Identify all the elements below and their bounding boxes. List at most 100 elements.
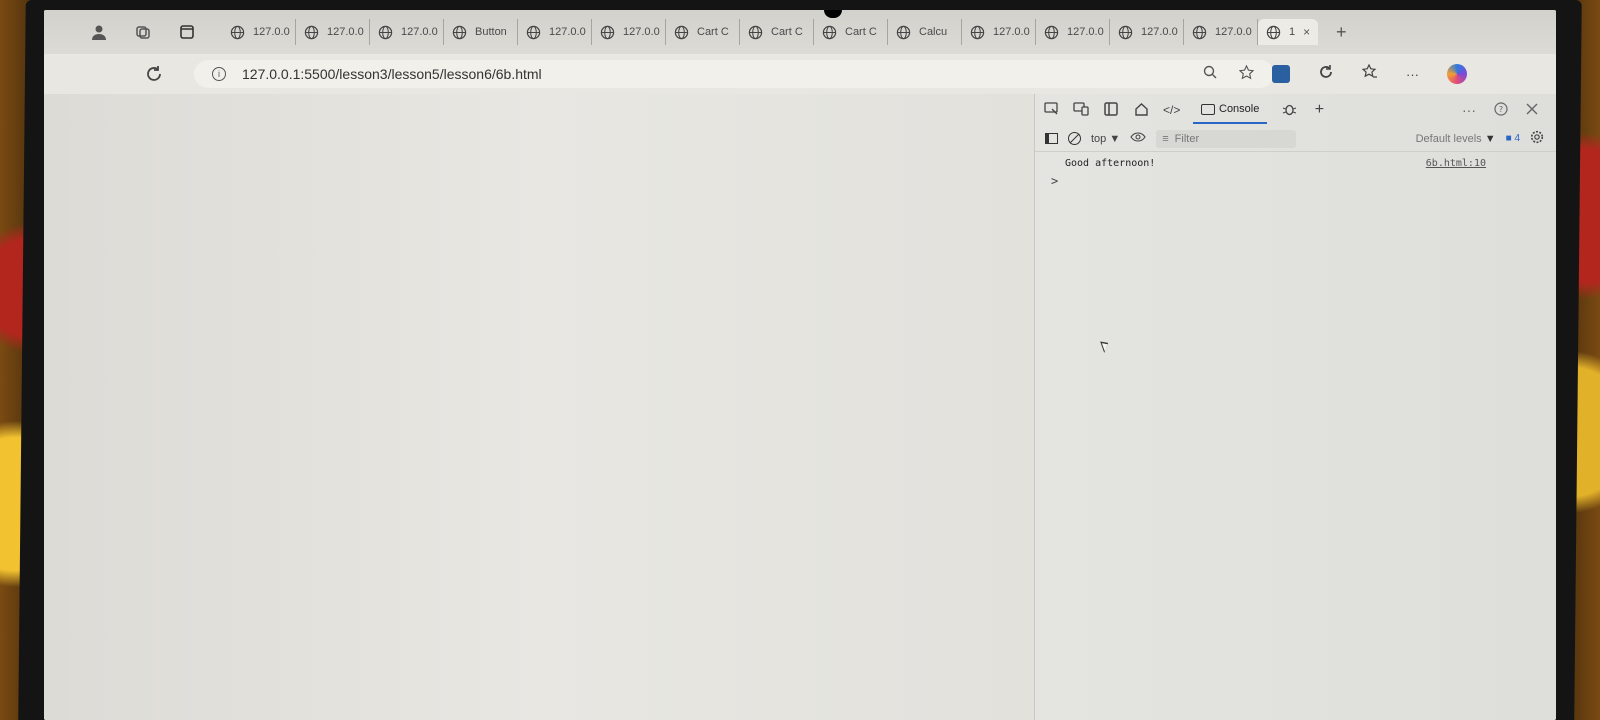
debugger-bug-icon[interactable] [1281, 102, 1297, 119]
issues-count: 4 [1514, 133, 1520, 144]
svg-text:?: ? [1499, 105, 1503, 114]
console-source-link[interactable]: 6b.html:10 [1426, 158, 1486, 169]
welcome-home-icon[interactable] [1133, 102, 1149, 119]
tab[interactable]: 127.0.0 [370, 19, 444, 45]
tab-label: 127.0.0 [253, 26, 290, 38]
tab[interactable]: Cart C [666, 19, 740, 45]
tab[interactable]: 127.0.0 [962, 19, 1036, 45]
favorite-star-icon[interactable] [1238, 64, 1255, 83]
favorites-icon[interactable] [1361, 63, 1378, 84]
console-message: Good afternoon! 6b.html:10 [1035, 152, 1556, 174]
workspaces-icon[interactable] [134, 23, 152, 41]
extension-icon[interactable] [1272, 65, 1290, 83]
globe-icon [1192, 25, 1207, 39]
console-settings-gear-icon[interactable] [1530, 130, 1544, 147]
globe-icon [452, 25, 467, 39]
tab-label: 127.0.0 [623, 26, 660, 38]
log-levels-label: Default levels [1415, 132, 1482, 145]
console-icon [1201, 103, 1215, 115]
site-info-icon[interactable]: i [212, 67, 226, 81]
reload-icon[interactable] [144, 64, 164, 90]
console-toolbar: top ▼ ≡ Filter Default levels ▼ ■ 4 [1035, 126, 1556, 152]
tab-active[interactable]: 1 × [1258, 19, 1318, 45]
add-tool-button[interactable]: + [1311, 101, 1327, 119]
context-label: top [1091, 132, 1107, 145]
chevron-down-icon: ▼ [1484, 132, 1496, 145]
tab[interactable]: 127.0.0 [1184, 19, 1258, 45]
console-prompt[interactable]: > [1035, 174, 1556, 188]
tab[interactable]: Calcu [888, 19, 962, 45]
tab[interactable]: 127.0.0 [1110, 19, 1184, 45]
tab-label: 127.0.0 [993, 26, 1030, 38]
globe-icon [896, 25, 911, 39]
elements-icon[interactable]: </> [1163, 103, 1180, 117]
console-sidebar-icon[interactable] [1045, 133, 1058, 144]
tab-actions-icon[interactable] [178, 23, 196, 41]
globe-icon [970, 25, 985, 39]
devtools-panel: </> Console + ··· ? top ▼ ≡ Filter Defau… [1034, 94, 1556, 720]
globe-icon [230, 25, 245, 39]
address-bar-row: i 127.0.0.1:5500/lesson3/lesson5/lesson6… [44, 54, 1556, 94]
globe-icon [748, 25, 763, 39]
devtools-tabbar: </> Console + ··· ? [1035, 94, 1556, 126]
issues-badge[interactable]: ■ 4 [1506, 133, 1520, 144]
tab[interactable]: 127.0.0 [518, 19, 592, 45]
devtools-more-icon[interactable]: ··· [1462, 102, 1476, 119]
tab-console[interactable]: Console [1193, 96, 1268, 124]
laptop-screen: 127.0.0 127.0.0 127.0.0 Button 127.0.0 1… [44, 10, 1556, 720]
globe-icon [822, 25, 837, 39]
zoom-icon[interactable] [1203, 65, 1217, 83]
globe-icon [674, 25, 689, 39]
new-tab-button[interactable]: + [1336, 22, 1347, 43]
tab-label: 127.0.0 [549, 26, 586, 38]
tab[interactable]: 127.0.0 [1036, 19, 1110, 45]
filter-lines-icon: ≡ [1162, 132, 1169, 145]
tab[interactable]: Cart C [814, 19, 888, 45]
close-tab-icon[interactable]: × [1303, 25, 1310, 39]
chevron-down-icon: ▼ [1109, 132, 1121, 145]
tab-label: 127.0.0 [1067, 26, 1104, 38]
tab-label: Cart C [771, 26, 803, 38]
filter-input[interactable]: ≡ Filter [1156, 129, 1297, 148]
console-tab-label: Console [1219, 103, 1260, 115]
profile-icon[interactable] [90, 23, 108, 41]
tab[interactable]: Cart C [740, 19, 814, 45]
tab[interactable]: 127.0.0 [222, 19, 296, 45]
tab-label: 127.0.0 [327, 26, 364, 38]
tab-label: Calcu [919, 26, 948, 38]
globe-icon [1118, 25, 1133, 39]
console-message-text: Good afternoon! [1065, 157, 1156, 169]
tab-label: 1 [1289, 26, 1296, 38]
log-levels-dropdown[interactable]: Default levels ▼ [1416, 133, 1496, 145]
clear-console-icon[interactable] [1068, 132, 1081, 145]
tab-label: Cart C [845, 26, 877, 38]
dock-icon[interactable] [1103, 101, 1119, 119]
inspect-icon[interactable] [1043, 101, 1059, 119]
tab-label: Cart C [697, 26, 729, 38]
globe-icon [378, 25, 393, 39]
refresh-extension-icon[interactable] [1318, 64, 1334, 84]
tab-label: 127.0.0 [401, 26, 438, 38]
tab-label: Button [475, 26, 507, 38]
copilot-icon[interactable] [1447, 64, 1467, 84]
tab-label: 127.0.0 [1215, 26, 1252, 38]
tab[interactable]: 127.0.0 [296, 19, 370, 45]
help-icon[interactable]: ? [1494, 101, 1508, 119]
issues-dot-icon: ■ [1505, 133, 1512, 144]
globe-icon [526, 25, 541, 39]
filter-placeholder: Filter [1174, 132, 1200, 145]
address-bar[interactable]: i 127.0.0.1:5500/lesson3/lesson5/lesson6… [194, 60, 1274, 88]
live-expression-eye-icon[interactable] [1130, 132, 1146, 145]
tab[interactable]: 127.0.0 [592, 19, 666, 45]
address-url[interactable]: 127.0.0.1:5500/lesson3/lesson5/lesson6/6… [242, 66, 542, 82]
globe-icon [1266, 25, 1281, 39]
more-menu-icon[interactable]: ··· [1406, 67, 1419, 82]
globe-icon [1044, 25, 1059, 39]
globe-icon [304, 25, 319, 39]
page-viewport[interactable] [44, 94, 1034, 720]
context-selector[interactable]: top ▼ [1091, 133, 1120, 145]
tab[interactable]: Button [444, 19, 518, 45]
tab-label: 127.0.0 [1141, 26, 1178, 38]
device-emulation-icon[interactable] [1073, 101, 1089, 119]
close-devtools-icon[interactable] [1526, 102, 1538, 119]
